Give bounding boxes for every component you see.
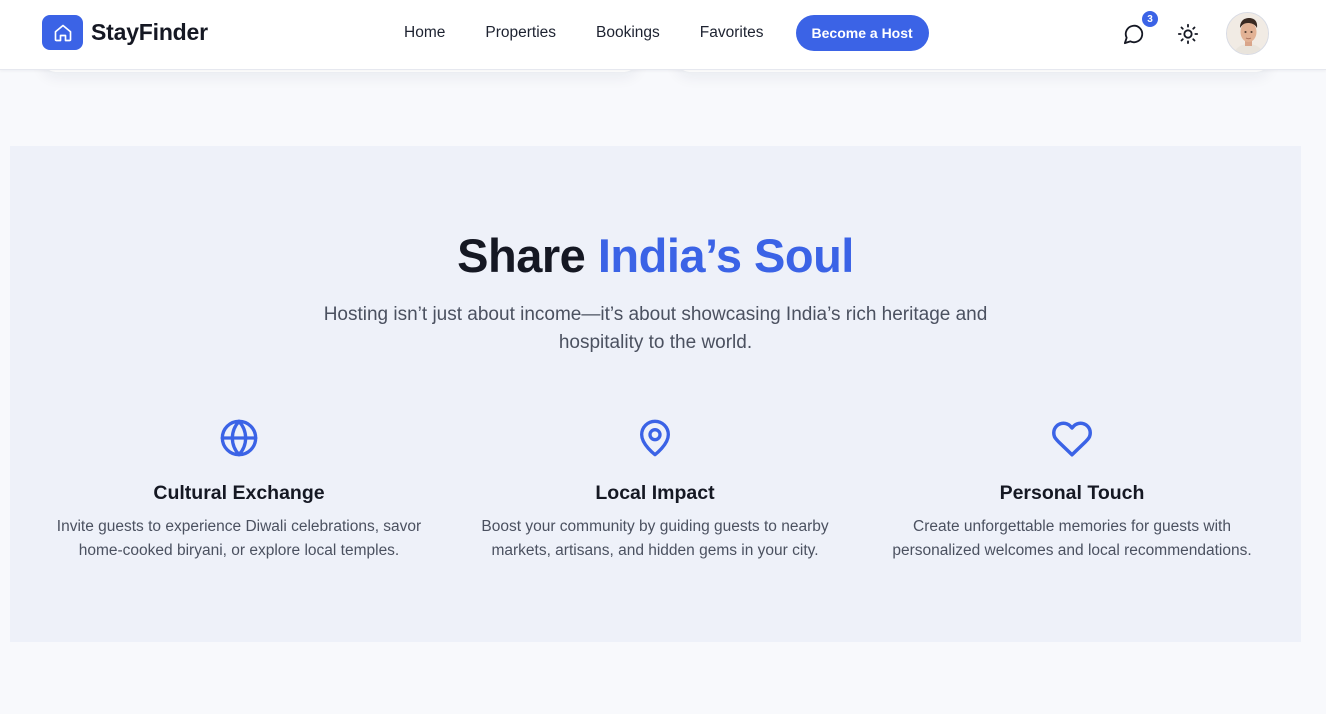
user-avatar[interactable] xyxy=(1226,12,1269,55)
host-benefits-section: Share India’s Soul Hosting isn’t just ab… xyxy=(10,146,1301,642)
heart-icon xyxy=(872,418,1272,462)
become-host-button[interactable]: Become a Host xyxy=(795,15,929,51)
brand[interactable]: StayFinder xyxy=(42,15,208,50)
feature-text: Invite guests to experience Diwali celeb… xyxy=(56,518,422,559)
title-accent: India’s Soul xyxy=(597,229,855,282)
feature-card-cultural-exchange: Cultural Exchange Invite guests to exper… xyxy=(39,418,439,563)
feature-card-personal-touch: Personal Touch Create unforgettable memo… xyxy=(872,418,1272,563)
feature-text: Boost your community by guiding guests t… xyxy=(481,518,829,559)
section-subtitle: Hosting isn’t just about income—it’s abo… xyxy=(323,304,988,353)
globe-icon xyxy=(39,418,439,462)
nav-home[interactable]: Home xyxy=(384,24,465,42)
top-navbar: StayFinder Home Properties Bookings Favo… xyxy=(0,0,1326,70)
notification-badge: 3 xyxy=(1142,11,1158,27)
chat-bubble-icon[interactable] xyxy=(1121,21,1147,47)
main-nav: Home Properties Bookings Favorites Becom… xyxy=(384,15,929,51)
map-pin-icon xyxy=(455,418,855,462)
nav-favorites[interactable]: Favorites xyxy=(680,24,784,42)
feature-title: Personal Touch xyxy=(999,482,1145,504)
feature-card-local-impact: Local Impact Boost your community by gui… xyxy=(455,418,855,563)
nav-bookings[interactable]: Bookings xyxy=(576,24,680,42)
nav-properties[interactable]: Properties xyxy=(465,24,576,42)
feature-title: Cultural Exchange xyxy=(153,482,325,504)
title-prefix: Share xyxy=(457,229,586,282)
brand-name[interactable]: StayFinder xyxy=(91,19,208,46)
feature-text: Create unforgettable memories for guests… xyxy=(892,518,1252,559)
home-icon[interactable] xyxy=(42,15,83,50)
section-title: Share India’s Soul xyxy=(10,228,1301,283)
feature-title: Local Impact xyxy=(595,482,715,504)
sun-icon[interactable] xyxy=(1175,21,1201,47)
page: StayFinder Home Properties Bookings Favo… xyxy=(0,0,1326,714)
